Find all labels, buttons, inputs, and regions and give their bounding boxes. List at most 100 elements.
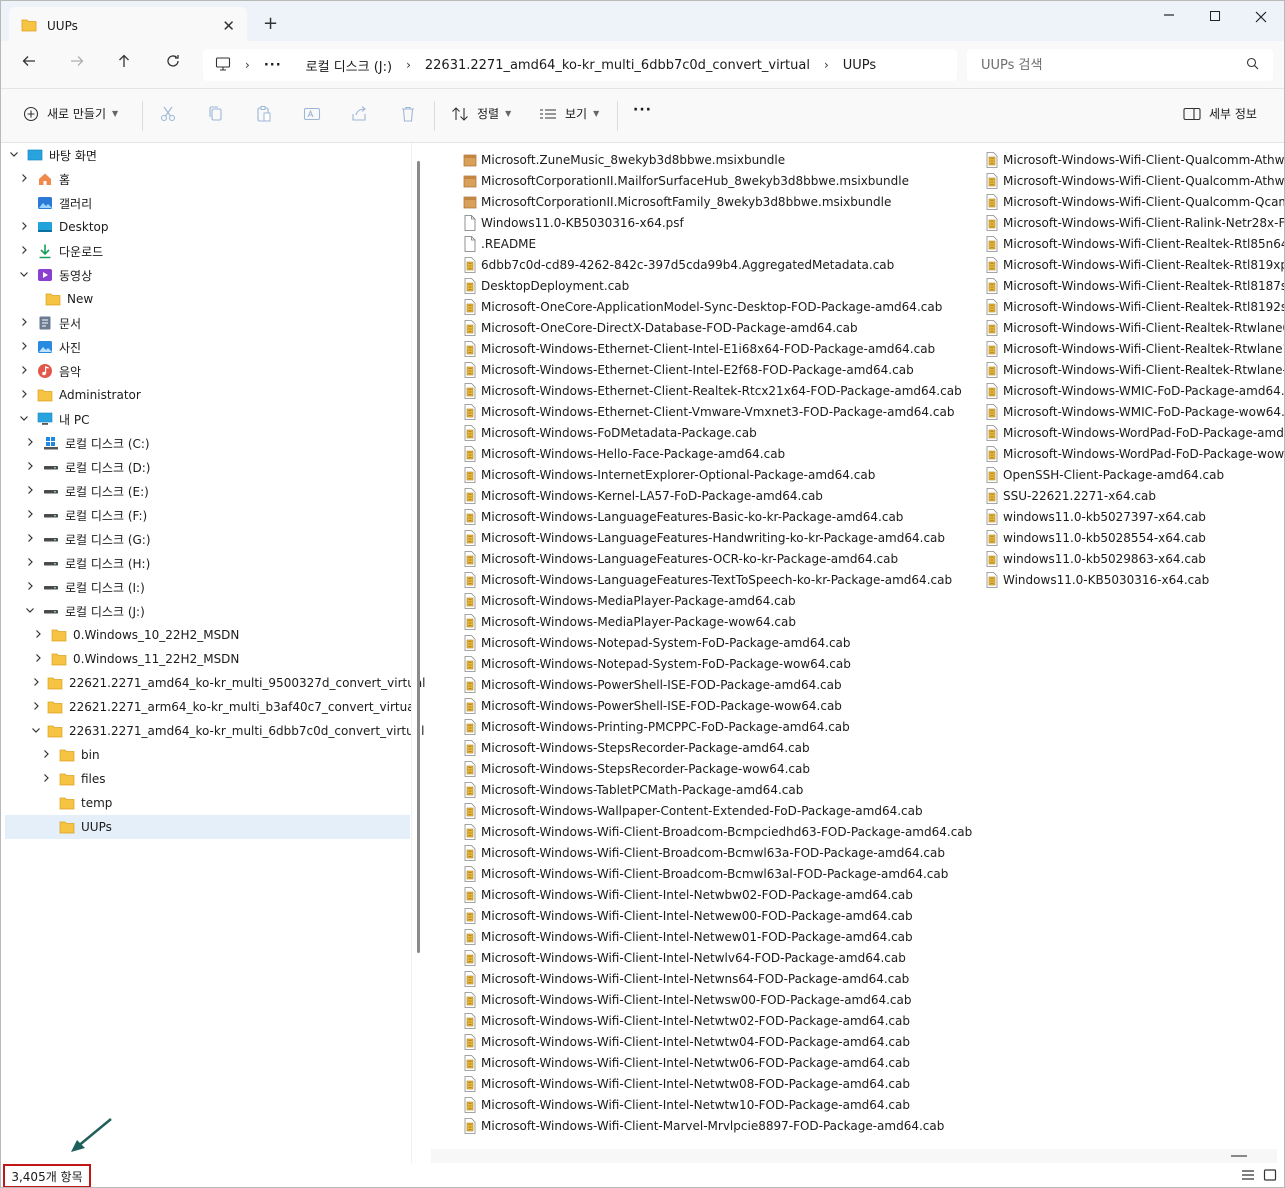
sidebar-item[interactable]: 로컬 디스크 (C:) <box>1 431 401 455</box>
file-item[interactable]: MicrosoftCorporationII.MailforSurfaceHub… <box>463 170 983 191</box>
sidebar-item[interactable]: New <box>1 287 401 311</box>
sidebar-item[interactable]: 22621.2271_amd64_ko-kr_multi_9500327d_co… <box>1 671 426 695</box>
file-item[interactable]: Microsoft-Windows-Ethernet-Client-Intel-… <box>463 359 983 380</box>
file-item[interactable]: Microsoft-Windows-Wifi-Client-Marvel-Mrv… <box>463 1115 983 1136</box>
file-item[interactable]: Microsoft-Windows-Wifi-Client-Broadcom-B… <box>463 863 983 884</box>
file-item[interactable]: Microsoft-Windows-LanguageFeatures-OCR-k… <box>463 548 983 569</box>
chevron-right-icon[interactable] <box>23 533 37 546</box>
file-item[interactable]: Microsoft-Windows-WMIC-FoD-Package-amd64… <box>985 380 1284 401</box>
file-item[interactable]: Microsoft-Windows-Wifi-Client-Realtek-Rt… <box>985 254 1284 275</box>
file-item[interactable]: MicrosoftCorporationII.MicrosoftFamily_8… <box>463 191 983 212</box>
search-input[interactable] <box>981 57 1246 73</box>
minimize-button[interactable] <box>1146 7 1192 29</box>
chevron-right-icon[interactable] <box>23 461 37 474</box>
file-item[interactable]: 6dbb7c0d-cd89-4262-842c-397d5cda99b4.Agg… <box>463 254 983 275</box>
sidebar-item[interactable]: 바탕 화면 <box>1 143 401 167</box>
sidebar-item[interactable]: 로컬 디스크 (J:) <box>1 599 401 623</box>
close-window-button[interactable] <box>1238 7 1284 29</box>
file-item[interactable]: windows11.0-kb5027397-x64.cab <box>985 506 1284 527</box>
file-item[interactable]: Microsoft-Windows-WordPad-FoD-Package-am… <box>985 422 1284 443</box>
chevron-right-icon[interactable] <box>17 173 31 186</box>
file-item[interactable]: Microsoft-Windows-MediaPlayer-Package-am… <box>463 590 983 611</box>
chevron-down-icon[interactable] <box>17 413 31 426</box>
cut-button[interactable] <box>159 105 177 123</box>
sidebar-item[interactable]: UUPs <box>5 815 410 839</box>
chevron-right-icon[interactable] <box>23 557 37 570</box>
sidebar-item[interactable]: 0.Windows_10_22H2_MSDN <box>1 623 401 647</box>
sidebar-item[interactable]: 문서 <box>1 311 401 335</box>
chevron-down-icon[interactable] <box>23 605 37 618</box>
file-item[interactable]: Microsoft-Windows-Wifi-Client-Broadcom-B… <box>463 842 983 863</box>
breadcrumb-drive-j[interactable]: 로컬 디스크 (J:) <box>306 56 392 75</box>
file-item[interactable]: Microsoft-Windows-Wifi-Client-Intel-Netw… <box>463 989 983 1010</box>
file-item[interactable]: Microsoft-Windows-LanguageFeatures-Basic… <box>463 506 983 527</box>
sidebar-item[interactable]: 다운로드 <box>1 239 401 263</box>
file-item[interactable]: Microsoft-Windows-Wifi-Client-Realtek-Rt… <box>985 296 1284 317</box>
file-item[interactable]: .README <box>463 233 983 254</box>
details-pane-button[interactable]: 세부 정보 <box>1183 105 1257 122</box>
maximize-button[interactable] <box>1192 7 1238 29</box>
file-item[interactable]: Microsoft-Windows-Wifi-Client-Qualcomm-A… <box>985 149 1284 170</box>
file-item[interactable]: Microsoft.ZuneMusic_8wekyb3d8bbwe.msixbu… <box>463 149 983 170</box>
file-item[interactable]: Microsoft-Windows-Ethernet-Client-Realte… <box>463 380 983 401</box>
file-item[interactable]: Microsoft-Windows-Wifi-Client-Intel-Netw… <box>463 926 983 947</box>
file-item[interactable]: Microsoft-Windows-MediaPlayer-Package-wo… <box>463 611 983 632</box>
file-item[interactable]: Microsoft-OneCore-ApplicationModel-Sync-… <box>463 296 983 317</box>
sidebar-item[interactable]: 로컬 디스크 (F:) <box>1 503 401 527</box>
rename-button[interactable] <box>303 105 321 123</box>
breadcrumb-uups[interactable]: UUPs <box>843 58 876 73</box>
sidebar-item[interactable]: 내 PC <box>1 407 401 431</box>
file-item[interactable]: Microsoft-Windows-PowerShell-ISE-FOD-Pac… <box>463 674 983 695</box>
chevron-right-icon[interactable] <box>39 773 53 786</box>
file-item[interactable]: Microsoft-Windows-Wifi-Client-Realtek-Rt… <box>985 359 1284 380</box>
tab-uups[interactable]: UUPs ✕ <box>9 7 247 45</box>
refresh-button[interactable] <box>161 53 185 74</box>
chevron-right-icon[interactable] <box>17 389 31 402</box>
file-item[interactable]: Microsoft-Windows-Wifi-Client-Intel-Netw… <box>463 968 983 989</box>
file-item[interactable]: Microsoft-Windows-Ethernet-Client-Vmware… <box>463 401 983 422</box>
file-item[interactable]: Microsoft-Windows-Wifi-Client-Broadcom-B… <box>463 821 983 842</box>
horizontal-scrollbar[interactable] <box>431 1149 1277 1163</box>
new-button[interactable]: 새로 만들기 ▼ <box>23 105 118 122</box>
tiles-view-button[interactable] <box>1263 1169 1277 1185</box>
file-item[interactable]: Microsoft-Windows-Printing-PMCPPC-FoD-Pa… <box>463 716 983 737</box>
file-item[interactable]: Microsoft-Windows-StepsRecorder-Package-… <box>463 737 983 758</box>
file-item[interactable]: Microsoft-Windows-Wifi-Client-Qualcomm-Q… <box>985 191 1284 212</box>
sidebar-item[interactable]: 동영상 <box>1 263 401 287</box>
chevron-right-icon[interactable] <box>31 701 41 714</box>
file-item[interactable]: windows11.0-kb5029863-x64.cab <box>985 548 1284 569</box>
sidebar-item[interactable]: 홈 <box>1 167 401 191</box>
scrollbar-thumb[interactable] <box>417 161 420 953</box>
chevron-right-icon[interactable] <box>23 485 37 498</box>
chevron-right-icon[interactable] <box>17 245 31 258</box>
sidebar-item[interactable]: 22621.2271_arm64_ko-kr_multi_b3af40c7_co… <box>1 695 418 719</box>
file-item[interactable]: Microsoft-Windows-StepsRecorder-Package-… <box>463 758 983 779</box>
back-button[interactable] <box>17 53 41 74</box>
view-button[interactable]: 보기 ▼ <box>539 105 599 122</box>
delete-button[interactable] <box>399 105 417 123</box>
sidebar-item[interactable]: Desktop <box>1 215 401 239</box>
close-tab-icon[interactable]: ✕ <box>222 17 235 35</box>
chevron-right-icon[interactable] <box>23 509 37 522</box>
file-item[interactable]: Microsoft-Windows-Wifi-Client-Intel-Netw… <box>463 1094 983 1115</box>
share-button[interactable] <box>351 105 369 123</box>
file-item[interactable]: Microsoft-Windows-Wallpaper-Content-Exte… <box>463 800 983 821</box>
file-item[interactable]: Microsoft-Windows-Wifi-Client-Intel-Netw… <box>463 1010 983 1031</box>
file-item[interactable]: Microsoft-Windows-Notepad-System-FoD-Pac… <box>463 632 983 653</box>
chevron-right-icon[interactable] <box>23 581 37 594</box>
file-item[interactable]: Microsoft-Windows-PowerShell-ISE-FOD-Pac… <box>463 695 983 716</box>
sidebar-item[interactable]: 22631.2271_amd64_ko-kr_multi_6dbb7c0d_co… <box>1 719 424 743</box>
sidebar-item[interactable]: bin <box>1 743 401 767</box>
file-item[interactable]: Microsoft-Windows-Notepad-System-FoD-Pac… <box>463 653 983 674</box>
file-item[interactable]: Microsoft-Windows-Kernel-LA57-FoD-Packag… <box>463 485 983 506</box>
chevron-down-icon[interactable] <box>31 725 41 738</box>
breadcrumb-convert-folder[interactable]: 22631.2271_amd64_ko-kr_multi_6dbb7c0d_co… <box>425 58 810 73</box>
file-item[interactable]: Windows11.0-KB5030316-x64.cab <box>985 569 1284 590</box>
file-item[interactable]: Microsoft-Windows-LanguageFeatures-TextT… <box>463 569 983 590</box>
up-button[interactable] <box>112 53 136 74</box>
sidebar-item[interactable]: 로컬 디스크 (G:) <box>1 527 401 551</box>
sidebar-item[interactable]: 로컬 디스크 (H:) <box>1 551 401 575</box>
sidebar-item[interactable]: 갤러리 <box>1 191 401 215</box>
sidebar-item[interactable]: 로컬 디스크 (D:) <box>1 455 401 479</box>
sidebar-item[interactable]: 사진 <box>1 335 401 359</box>
